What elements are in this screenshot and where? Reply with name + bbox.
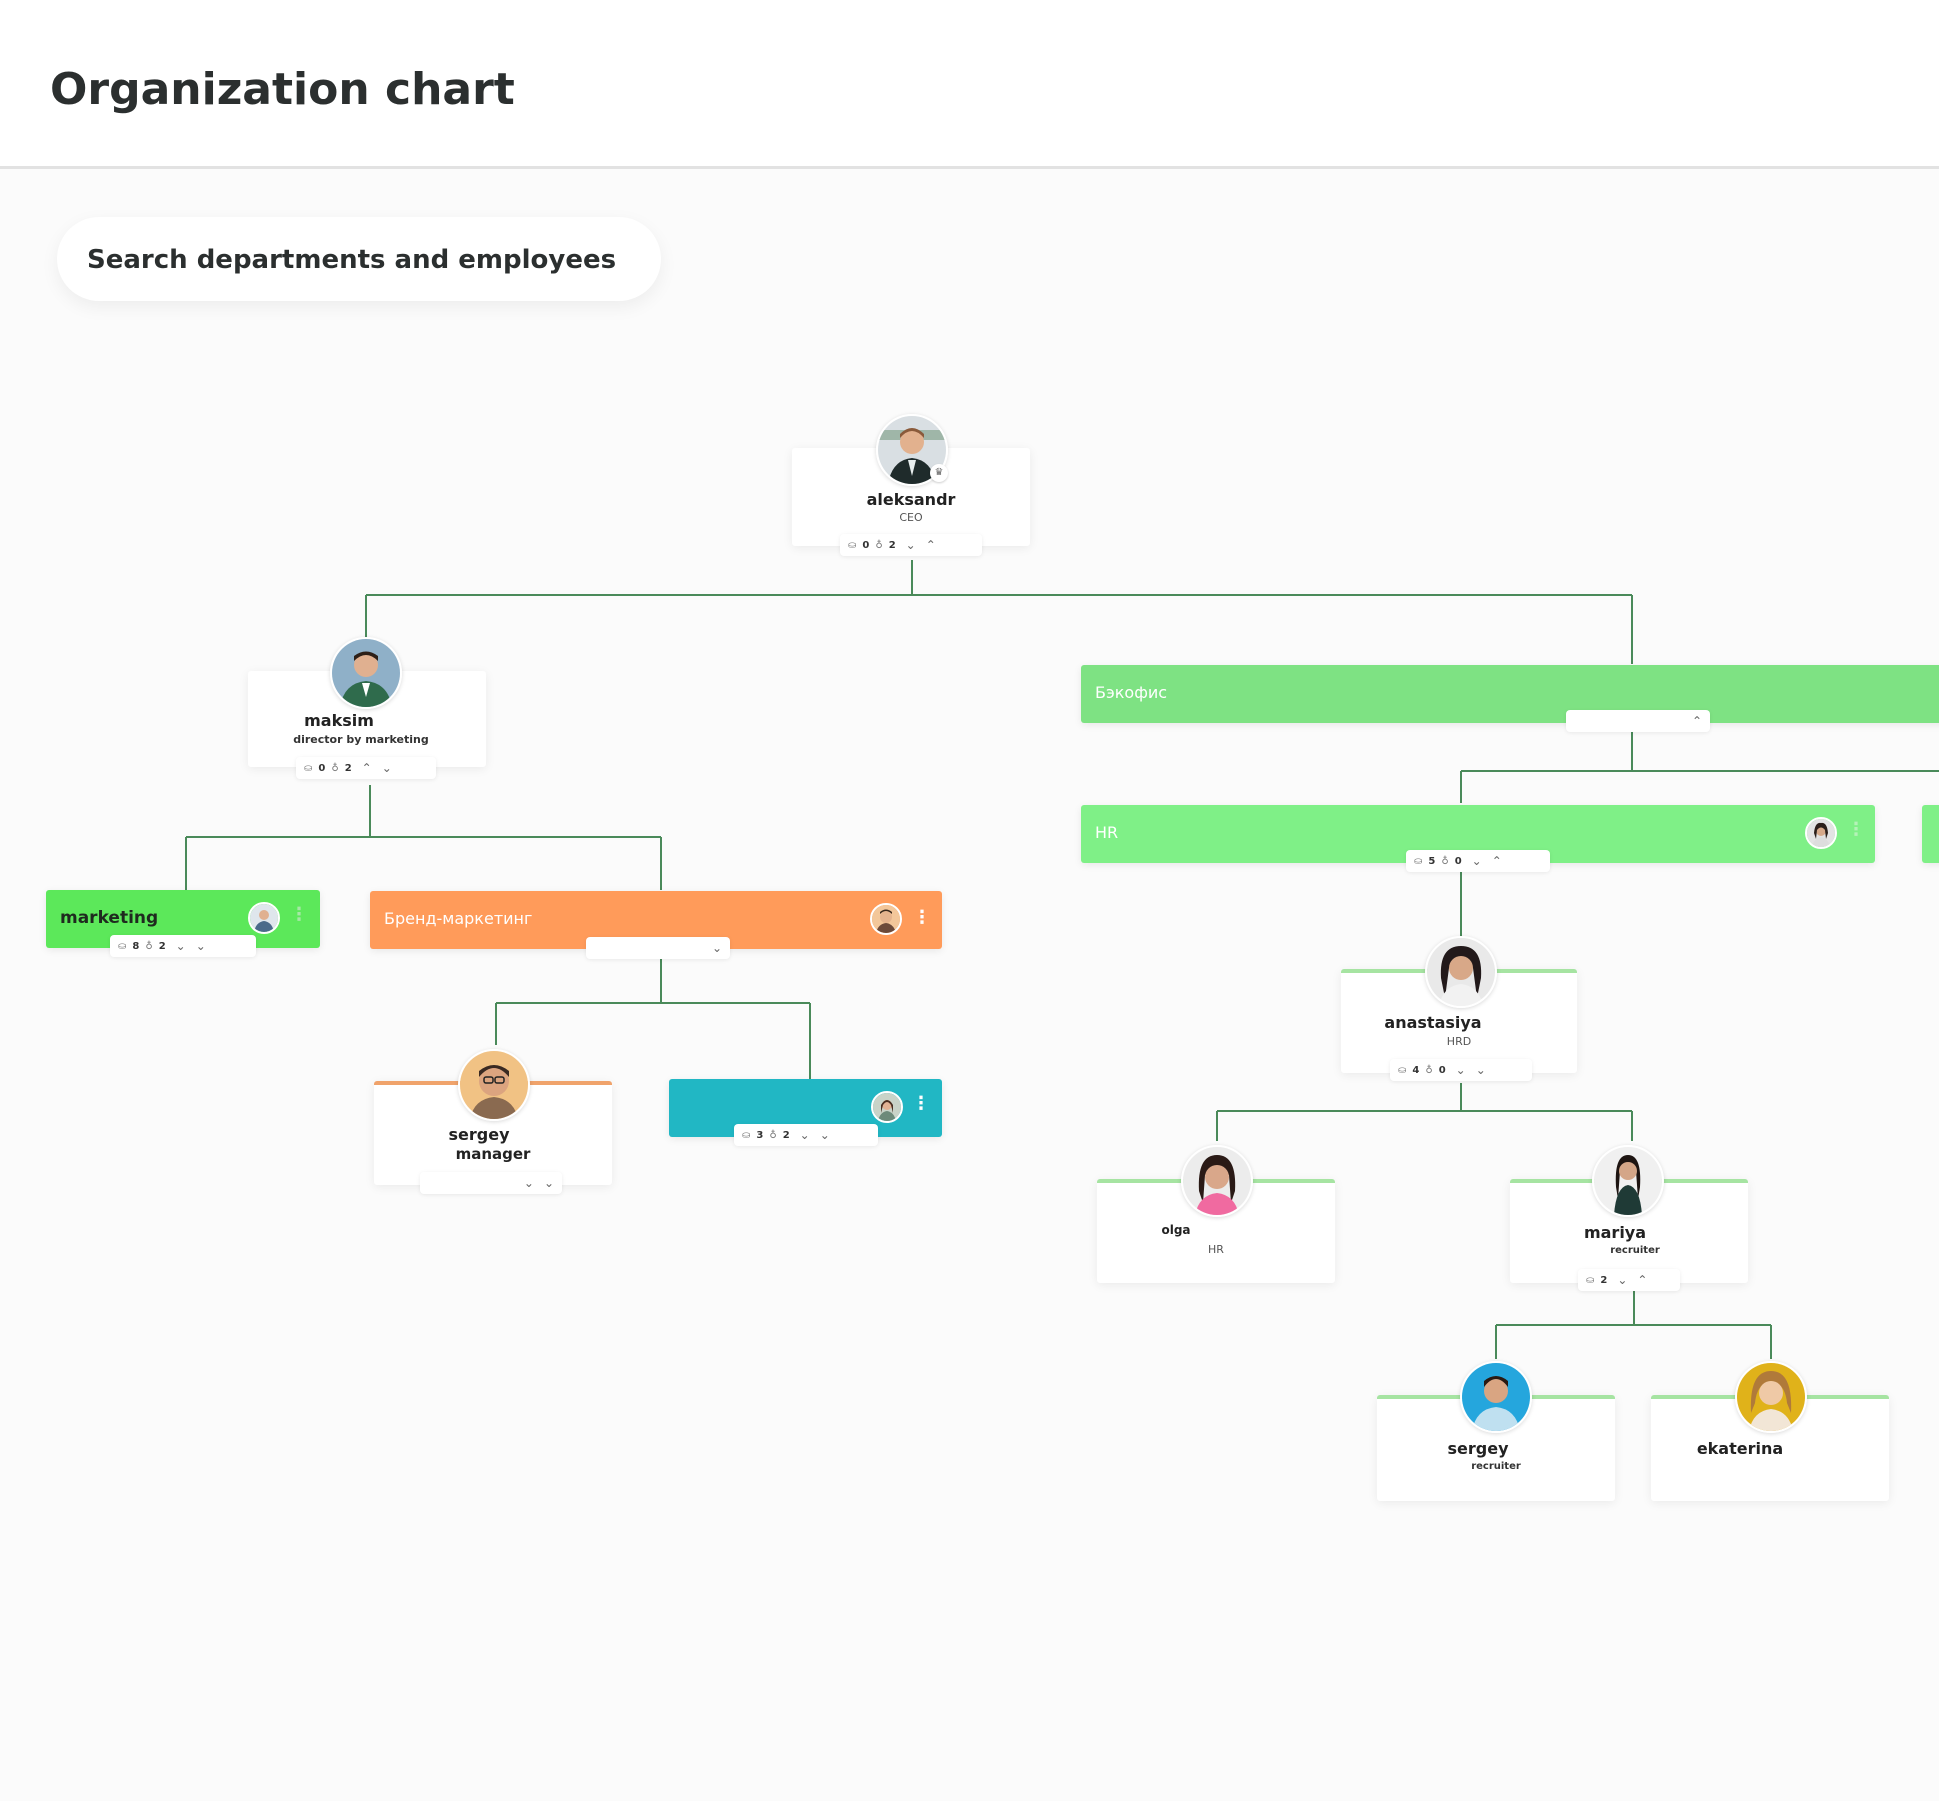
- hierarchy-icon: ♁: [875, 539, 883, 551]
- double-chevron-down-icon[interactable]: ⌄: [1476, 1063, 1486, 1077]
- double-chevron-down-icon[interactable]: ⌄: [196, 939, 206, 953]
- chevron-down-icon[interactable]: ⌄: [524, 1176, 534, 1190]
- chevron-down-icon[interactable]: ⌄: [1456, 1063, 1466, 1077]
- chevron-down-icon[interactable]: ⌄: [1472, 854, 1482, 868]
- double-chevron-down-icon[interactable]: ⌄: [820, 1128, 830, 1142]
- stats-bar-maksim: ⛀ 0 ♁ 2 ⌃ ⌄: [296, 757, 436, 779]
- connector-lines: [185, 560, 1939, 1359]
- subordinate-count: 2: [888, 539, 896, 551]
- employee-role: manager: [455, 1145, 531, 1163]
- page-title: Organization chart: [50, 64, 515, 115]
- employee-role: recruiter: [1471, 1461, 1521, 1472]
- department-title: marketing: [60, 908, 159, 928]
- double-chevron-up-icon[interactable]: ⌃: [1492, 854, 1502, 868]
- department-head-avatar[interactable]: [871, 1091, 903, 1123]
- double-chevron-up-icon[interactable]: ⌃: [1637, 1273, 1647, 1287]
- kebab-menu-icon[interactable]: ⋮: [1847, 821, 1865, 839]
- stats-bar-marketing: ⛀ 8 ♁ 2 ⌄ ⌄: [110, 935, 256, 957]
- employee-name: mariya: [1583, 1223, 1647, 1242]
- department-title: HR: [1095, 823, 1119, 842]
- employee-name: ekaterina: [1696, 1439, 1784, 1458]
- stats-bar-unnamed-department: ⛀ 3 ♁ 2 ⌄ ⌄: [734, 1124, 878, 1146]
- subordinate-count: 2: [344, 762, 352, 774]
- people-icon: ⛀: [1398, 1064, 1407, 1076]
- stats-bar-backoffice: ⌃: [1566, 710, 1710, 732]
- subordinate-count: 0: [1454, 855, 1462, 867]
- employee-name: sergey: [448, 1125, 510, 1144]
- kebab-menu-icon[interactable]: ⋮: [912, 1095, 930, 1113]
- kebab-menu-icon[interactable]: ⋮: [913, 909, 931, 927]
- department-title: Бэкофис: [1095, 683, 1168, 702]
- double-chevron-up-icon[interactable]: ⌃: [1692, 714, 1702, 728]
- stats-bar-hr: ⛀ 5 ♁ 0 ⌄ ⌃: [1406, 850, 1550, 872]
- chevron-up-icon[interactable]: ⌃: [362, 761, 372, 775]
- staff-count: 0: [318, 762, 326, 774]
- search-bar[interactable]: Search departments and employees: [57, 217, 661, 301]
- department-head-avatar[interactable]: [248, 902, 280, 934]
- crown-icon: ♛: [930, 464, 948, 482]
- people-icon: ⛀: [118, 940, 127, 952]
- avatar-maksim[interactable]: [330, 637, 402, 709]
- subordinate-count: 2: [158, 940, 166, 952]
- chevron-down-icon[interactable]: ⌄: [800, 1128, 810, 1142]
- double-chevron-down-icon[interactable]: ⌄: [382, 761, 392, 775]
- department-partial-right[interactable]: [1922, 805, 1939, 863]
- employee-role: HRD: [1446, 1035, 1472, 1048]
- employee-role: CEO: [899, 511, 923, 524]
- search-placeholder: Search departments and employees: [87, 245, 617, 275]
- stats-bar-sergey-manager: ⌄ ⌄: [420, 1172, 562, 1194]
- kebab-menu-icon[interactable]: ⋮: [290, 906, 308, 924]
- avatar-ekaterina[interactable]: [1735, 1361, 1807, 1433]
- staff-count: 0: [862, 539, 870, 551]
- avatar-olga[interactable]: [1181, 1145, 1253, 1217]
- staff-count: 2: [1600, 1274, 1608, 1286]
- staff-count: 3: [756, 1129, 764, 1141]
- department-title: Бренд-маркетинг: [384, 909, 533, 928]
- hierarchy-icon: ♁: [769, 1129, 777, 1141]
- employee-role: recruiter: [1610, 1245, 1660, 1256]
- staff-count: 4: [1412, 1064, 1420, 1076]
- stats-bar-anastasiya: ⛀ 4 ♁ 0 ⌄ ⌄: [1390, 1059, 1532, 1081]
- hierarchy-icon: ♁: [1425, 1064, 1433, 1076]
- avatar-mariya[interactable]: [1592, 1145, 1664, 1217]
- chevron-down-icon[interactable]: ⌄: [176, 939, 186, 953]
- chevron-down-icon[interactable]: ⌄: [1617, 1273, 1627, 1287]
- double-chevron-up-icon[interactable]: ⌃: [926, 538, 936, 552]
- employee-name: anastasiya: [1384, 1013, 1482, 1032]
- hierarchy-icon: ♁: [145, 940, 153, 952]
- stats-bar-aleksandr: ⛀ 0 ♁ 2 ⌄ ⌃: [840, 534, 982, 556]
- employee-name: olga: [1161, 1223, 1191, 1237]
- employee-name: maksim: [304, 711, 374, 730]
- people-icon: ⛀: [742, 1129, 751, 1141]
- chevron-down-icon[interactable]: ⌄: [906, 538, 916, 552]
- stats-bar-brand-marketing: ⌄: [586, 937, 730, 959]
- department-backoffice[interactable]: Бэкофис: [1081, 665, 1939, 723]
- subordinate-count: 2: [782, 1129, 790, 1141]
- stats-bar-mariya: ⛀ 2 ⌄ ⌃: [1578, 1269, 1680, 1291]
- staff-count: 8: [132, 940, 140, 952]
- employee-name: sergey: [1447, 1439, 1509, 1458]
- employee-name: aleksandr: [866, 490, 956, 509]
- department-head-avatar[interactable]: [870, 903, 902, 935]
- org-chart-canvas[interactable]: Search departments and employees aleksan…: [0, 169, 1939, 1801]
- department-head-avatar[interactable]: [1805, 817, 1837, 849]
- avatar-anastasiya[interactable]: [1425, 936, 1497, 1008]
- employee-role: director by marketing: [293, 733, 429, 746]
- double-chevron-down-icon[interactable]: ⌄: [544, 1176, 554, 1190]
- people-icon: ⛀: [304, 762, 313, 774]
- page-header: Organization chart: [0, 0, 1939, 169]
- double-chevron-down-icon[interactable]: ⌄: [712, 941, 722, 955]
- avatar-sergey-recruiter[interactable]: [1460, 1361, 1532, 1433]
- avatar-sergey-manager[interactable]: [458, 1049, 530, 1121]
- staff-count: 5: [1428, 855, 1436, 867]
- people-icon: ⛀: [1414, 855, 1423, 867]
- employee-role: HR: [1208, 1243, 1224, 1256]
- hierarchy-icon: ♁: [1441, 855, 1449, 867]
- people-icon: ⛀: [848, 539, 857, 551]
- people-icon: ⛀: [1586, 1274, 1595, 1286]
- subordinate-count: 0: [1438, 1064, 1446, 1076]
- hierarchy-icon: ♁: [331, 762, 339, 774]
